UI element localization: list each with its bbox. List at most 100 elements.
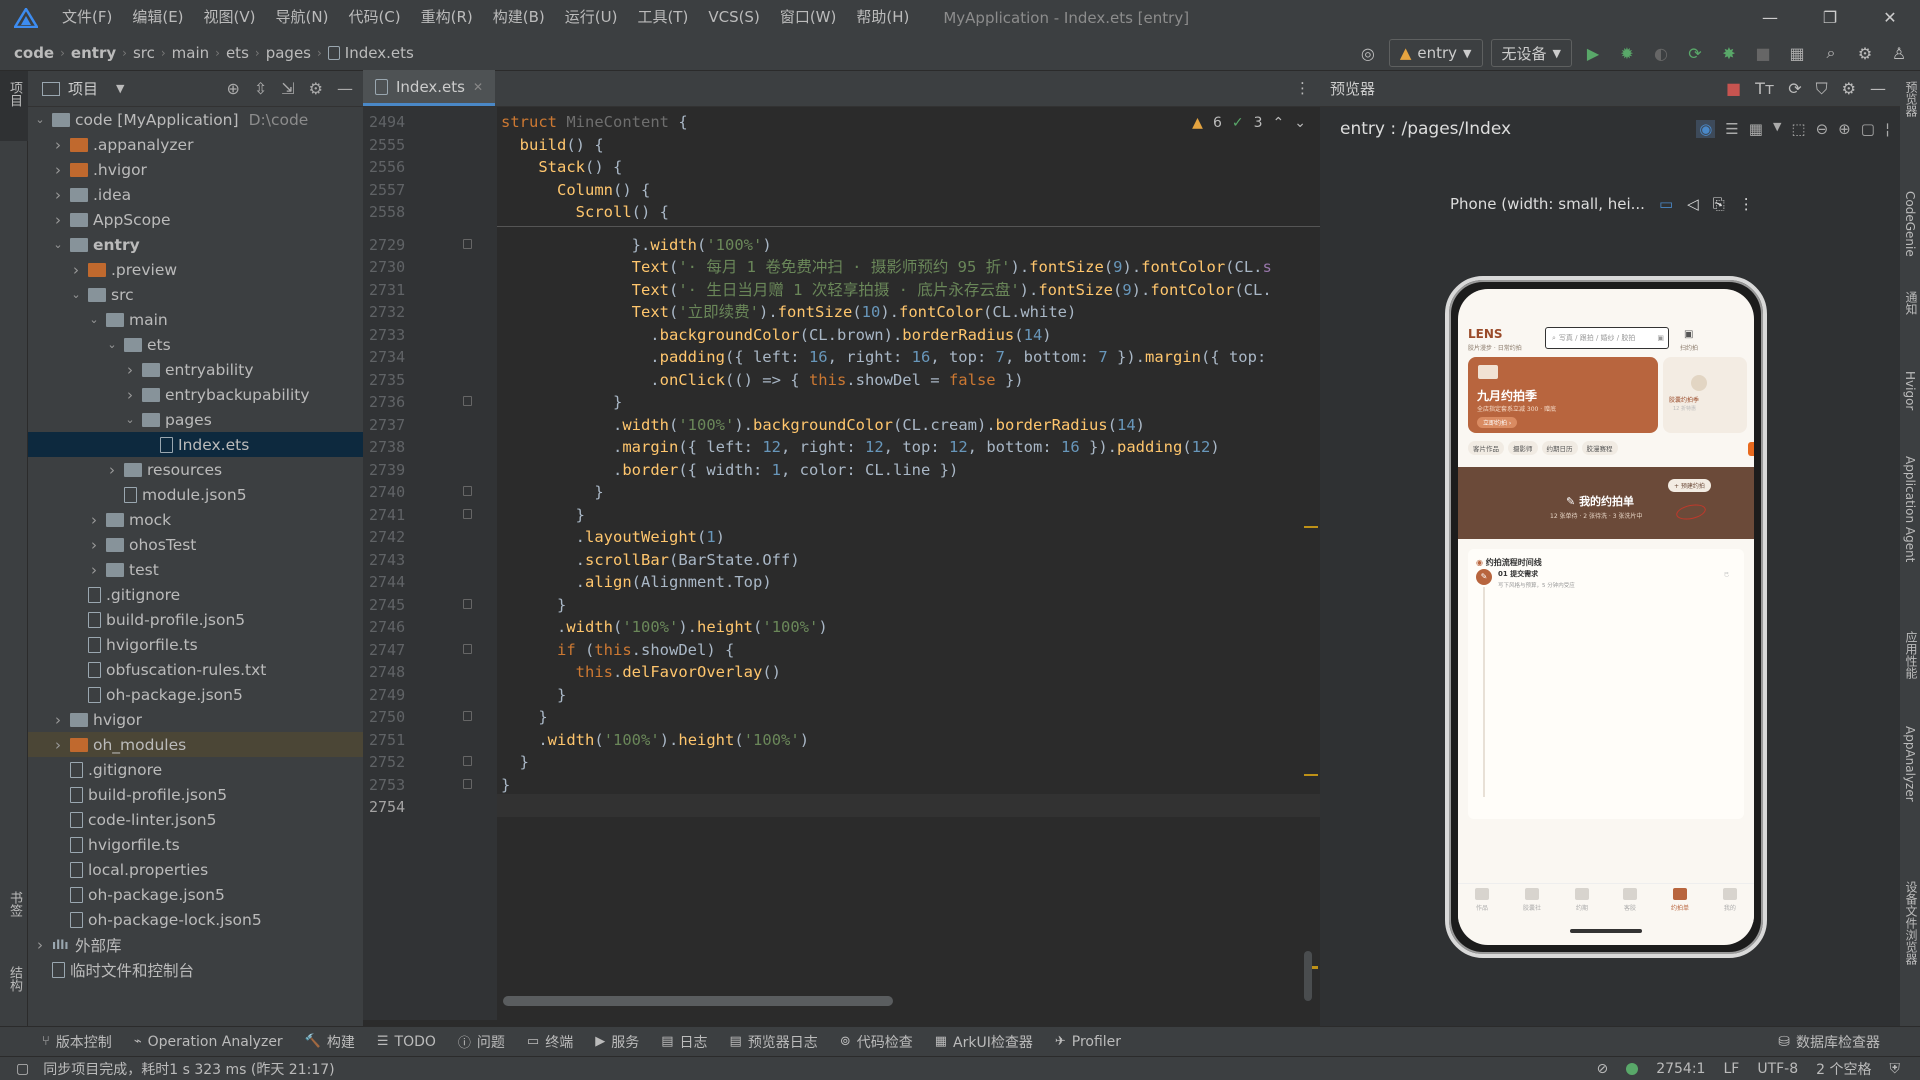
device-file-browser-tool-tab[interactable]: 设备文件浏览器 bbox=[1903, 881, 1920, 965]
chevron-down-icon[interactable]: ⌄ bbox=[50, 238, 66, 251]
project-tool-tab[interactable]: 项目 bbox=[5, 81, 24, 107]
more-icon[interactable]: ⋮ bbox=[1739, 195, 1754, 213]
crop-icon[interactable]: ⬚ bbox=[1791, 120, 1805, 138]
fold-icon[interactable] bbox=[463, 238, 472, 249]
debug-icon[interactable]: ✹ bbox=[1614, 40, 1640, 66]
chevron-right-icon[interactable]: › bbox=[50, 161, 66, 179]
fold-icon[interactable] bbox=[463, 486, 472, 496]
chevron-down-icon[interactable]: ⌄ bbox=[1294, 115, 1306, 131]
bottom-tool-button[interactable]: ▦ ArkUI检查器 bbox=[935, 1032, 1033, 1052]
tree-item[interactable]: hvigorfile.ts bbox=[28, 632, 363, 657]
menu-item[interactable]: 窗口(W) bbox=[770, 0, 847, 35]
horizontal-scrollbar[interactable] bbox=[503, 996, 893, 1006]
attach-debugger-icon[interactable]: ✸ bbox=[1716, 40, 1742, 66]
tree-item[interactable]: oh-package.json5 bbox=[28, 682, 363, 707]
breadcrumb-item[interactable]: ets bbox=[226, 44, 249, 62]
chevron-right-icon[interactable]: › bbox=[50, 736, 66, 754]
tree-item[interactable]: › entrybackupability bbox=[28, 382, 363, 407]
chevron-right-icon[interactable]: › bbox=[104, 461, 120, 479]
device-name[interactable]: Phone (width: small, hei... bbox=[1450, 195, 1645, 213]
vertical-scrollbar[interactable] bbox=[1304, 951, 1312, 1001]
tree-item[interactable]: .gitignore bbox=[28, 757, 363, 782]
category-chip[interactable]: 约期日历 bbox=[1541, 441, 1578, 455]
fold-icon[interactable] bbox=[463, 756, 472, 766]
gear-icon[interactable]: ⚙ bbox=[1842, 79, 1856, 99]
fold-icon[interactable] bbox=[463, 711, 472, 721]
app-nav-item[interactable]: 我的 bbox=[1722, 884, 1737, 923]
menu-item[interactable]: 编辑(E) bbox=[122, 0, 193, 35]
breadcrumb-item[interactable]: src bbox=[133, 44, 155, 62]
chevron-right-icon[interactable]: › bbox=[122, 386, 138, 404]
chevron-right-icon[interactable]: › bbox=[50, 211, 66, 229]
bottom-tool-button[interactable]: ⓘ 问题 bbox=[458, 1032, 505, 1052]
menu-item[interactable]: 导航(N) bbox=[266, 0, 339, 35]
tree-item[interactable]: oh-package.json5 bbox=[28, 882, 363, 907]
device-switch-icon[interactable]: ▭ bbox=[1659, 195, 1673, 213]
tree-item[interactable]: ⌄ pages bbox=[28, 407, 363, 432]
tree-item[interactable]: › .hvigor bbox=[28, 157, 363, 182]
status-toggle-icon[interactable]: ▢ bbox=[16, 1061, 29, 1077]
file-encoding[interactable]: UTF-8 bbox=[1757, 1061, 1798, 1077]
app-search-input[interactable]: ⌕ 写真 / 跟拍 / 婚纱 / 胶拍 ▣ bbox=[1545, 327, 1669, 349]
menu-item[interactable]: 文件(F) bbox=[52, 0, 122, 35]
chevron-down-icon[interactable]: ⌄ bbox=[68, 288, 84, 301]
bottom-tool-button[interactable]: ▤ 预览器日志 bbox=[730, 1032, 818, 1052]
profile-icon[interactable]: ◐ bbox=[1648, 40, 1674, 66]
rotate-icon[interactable]: ⎘ bbox=[1713, 195, 1725, 213]
close-icon[interactable]: ✕ bbox=[1860, 0, 1920, 35]
appanalyzer-tool-tab[interactable]: AppAnalyzer bbox=[1903, 726, 1917, 802]
project-structure-icon[interactable]: ▦ bbox=[1784, 40, 1810, 66]
collapse-all-icon[interactable]: ⇲ bbox=[281, 79, 294, 98]
stop-preview-icon[interactable]: ■ bbox=[1726, 79, 1741, 99]
application-agent-tool-tab[interactable]: Application Agent bbox=[1903, 456, 1917, 562]
tree-item[interactable]: oh-package-lock.json5 bbox=[28, 907, 363, 932]
no-events-icon[interactable]: ⊘ bbox=[1596, 1061, 1608, 1077]
editor-tab[interactable]: Index.ets ✕ bbox=[363, 70, 496, 106]
category-chip[interactable]: 胶漫赛程 bbox=[1581, 441, 1618, 455]
font-size-icon[interactable]: Tт bbox=[1755, 79, 1774, 99]
zoom-in-icon[interactable]: ⊕ bbox=[1838, 120, 1851, 138]
menu-item[interactable]: VCS(S) bbox=[698, 0, 769, 35]
bottom-tool-button[interactable]: ▶ 服务 bbox=[595, 1032, 639, 1052]
bottom-tool-button[interactable]: ☰ TODO bbox=[377, 1034, 436, 1050]
chevron-down-icon[interactable]: ▼ bbox=[1773, 120, 1781, 138]
chevron-down-icon[interactable]: ⌄ bbox=[122, 413, 138, 426]
search-icon[interactable]: ⌕ bbox=[1818, 40, 1844, 66]
breadcrumb-item[interactable]: code bbox=[14, 44, 54, 62]
gear-icon[interactable]: ⚙ bbox=[309, 79, 323, 98]
tree-item[interactable]: › AppScope bbox=[28, 207, 363, 232]
tree-item[interactable]: › ohosTest bbox=[28, 532, 363, 557]
previewer-tool-tab[interactable]: 预览器 bbox=[1903, 81, 1920, 117]
eye-icon[interactable]: ◉ bbox=[1696, 120, 1716, 138]
tree-item[interactable]: .gitignore bbox=[28, 582, 363, 607]
ruler-icon[interactable]: ¦ bbox=[1885, 120, 1890, 138]
category-chip[interactable]: 客片作品 bbox=[1468, 441, 1504, 455]
bottom-tool-button[interactable]: 🔨 构建 bbox=[305, 1032, 355, 1052]
bottom-tool-button[interactable]: ⊚ 代码检查 bbox=[840, 1032, 913, 1052]
bottom-tool-button[interactable]: ▤ 日志 bbox=[661, 1032, 707, 1052]
cursor-position[interactable]: 2754:1 bbox=[1656, 1061, 1705, 1077]
promo-banner[interactable]: 九月约拍季 全店指定套系立减 300 · 赠底 立即约拍 › bbox=[1468, 357, 1658, 433]
back-icon[interactable]: ◁ bbox=[1687, 195, 1699, 213]
restore-icon[interactable]: ❐ bbox=[1800, 0, 1860, 35]
app-nav-item[interactable]: 约拍单 bbox=[1671, 884, 1689, 923]
tree-item[interactable]: › entryability bbox=[28, 357, 363, 382]
fold-icon[interactable] bbox=[463, 508, 472, 519]
expand-all-icon[interactable]: ⇳ bbox=[254, 79, 267, 98]
inspection-widget[interactable]: ▲ 6 ✓ 3 ⌃ ⌄ bbox=[1192, 115, 1306, 131]
fold-icon[interactable] bbox=[463, 778, 472, 789]
bottom-tool-button[interactable]: ⌁ Operation Analyzer bbox=[134, 1034, 283, 1050]
bookmarks-tool-tab[interactable]: 书签 bbox=[5, 891, 24, 917]
tree-item[interactable]: 临时文件和控制台 bbox=[28, 957, 363, 982]
breadcrumb-item[interactable]: entry bbox=[71, 44, 116, 62]
tree-item[interactable]: › test bbox=[28, 557, 363, 582]
chevron-down-icon[interactable]: ⌄ bbox=[32, 113, 48, 126]
menu-item[interactable]: 工具(T) bbox=[627, 0, 698, 35]
run-config-select[interactable]: ▲ entry ▼ bbox=[1388, 39, 1483, 67]
tree-item[interactable]: hvigorfile.ts bbox=[28, 832, 363, 857]
refresh-icon[interactable]: ⟳ bbox=[1788, 79, 1801, 99]
breadcrumb-item[interactable]: Index.ets bbox=[345, 44, 414, 62]
menu-item[interactable]: 重构(R) bbox=[411, 0, 483, 35]
tree-item[interactable]: ⌄ code [MyApplication] D:\code bbox=[28, 107, 363, 132]
order-card[interactable]: ✎ 我的约拍单 + 预建约拍 12 张单待 · 2 张待洗 · 3 张洗片中 bbox=[1458, 467, 1754, 539]
